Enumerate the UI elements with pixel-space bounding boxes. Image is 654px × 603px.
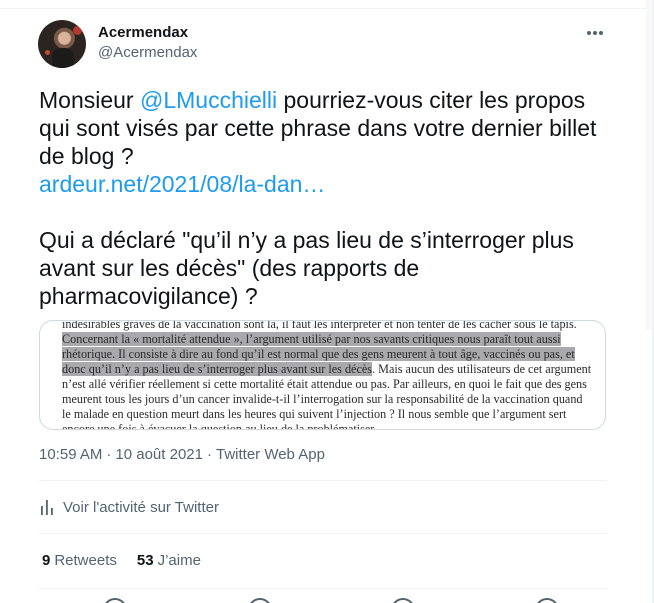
likes-count: 53 — [136, 552, 154, 569]
reply-icon[interactable] — [103, 598, 127, 603]
analytics-icon — [41, 500, 53, 515]
text-line: de blog ? — [39, 143, 134, 169]
text-line: qui sont visés par cette phrase dans vot… — [39, 115, 597, 141]
highlighted-text: Concernant la « mortalité attendue », l’… — [62, 332, 561, 346]
tweet-metadata: 10:59 AM · 10 août 2021 · Twitter Web App — [39, 446, 329, 463]
divider — [0, 8, 646, 9]
tweet-detail: Acermendax @Acermendax Monsieur @LMucchi… — [0, 0, 646, 603]
excerpt-line: . Mais aucun des utilisateurs de cet arg… — [372, 362, 592, 376]
action-bar — [39, 596, 607, 603]
retweets-stat[interactable]: 9 Retweets — [42, 552, 117, 569]
separator-dot: · — [106, 446, 112, 463]
article-link[interactable]: ardeur.net/2021/08/la-dan… — [39, 171, 325, 197]
author-handle[interactable]: @Acermendax — [98, 44, 197, 61]
attached-image[interactable]: indésirables graves de la vaccination so… — [39, 320, 606, 430]
view-activity-link[interactable]: Voir l'activité sur Twitter — [39, 498, 219, 516]
avatar[interactable] — [38, 20, 86, 68]
more-options-icon[interactable] — [584, 23, 606, 43]
excerpt-line: meurent tous les jours d’un cancer inval… — [62, 392, 583, 406]
separator-dot: · — [206, 446, 212, 463]
likes-stat[interactable]: 53 J’aime — [137, 552, 201, 569]
author-display-name[interactable]: Acermendax — [98, 24, 188, 41]
document-excerpt: indésirables graves de la vaccination so… — [62, 320, 591, 430]
divider — [39, 480, 607, 481]
excerpt-line: n’est allé vérifier réellement si cette … — [62, 377, 587, 391]
highlighted-text: donc qu’il n’y a pas lieu de s’interroge… — [62, 362, 373, 376]
retweet-icon[interactable] — [248, 598, 272, 603]
excerpt-line: le malade en question meurt dans les heu… — [62, 407, 567, 421]
highlighted-text: rhétorique. Il consiste à dire au fond q… — [62, 347, 575, 361]
excerpt-line: indésirables graves de la vaccination so… — [62, 320, 577, 331]
tweet-text: Monsieur @LMucchielli pourriez-vous cite… — [39, 86, 609, 310]
text-segment: Monsieur — [39, 87, 140, 113]
likes-label: J’aime — [157, 552, 201, 569]
text-segment: pourriez-vous citer les propos — [277, 87, 586, 113]
retweets-label: Retweets — [54, 552, 117, 569]
tweet-time[interactable]: 10:59 AM — [39, 446, 102, 463]
excerpt-line: encore une fois à évacuer la question au… — [62, 422, 377, 430]
text-line: Qui a déclaré "qu’il n’y a pas lieu de s… — [39, 227, 574, 253]
view-activity-label: Voir l'activité sur Twitter — [63, 498, 219, 516]
engagement-stats: 9 Retweets 53 J’aime — [42, 552, 221, 569]
retweets-count: 9 — [42, 552, 51, 569]
mention-link[interactable]: @LMucchielli — [140, 87, 277, 113]
like-icon[interactable] — [391, 598, 415, 603]
divider — [39, 588, 607, 589]
text-line: avant sur les décès" (des rapports de — [39, 255, 420, 281]
divider — [39, 533, 607, 534]
tweet-date[interactable]: 10 août 2021 — [115, 446, 203, 463]
share-icon[interactable] — [535, 598, 559, 603]
text-line: pharmacovigilance) ? — [39, 283, 258, 309]
tweet-source[interactable]: Twitter Web App — [216, 446, 325, 463]
